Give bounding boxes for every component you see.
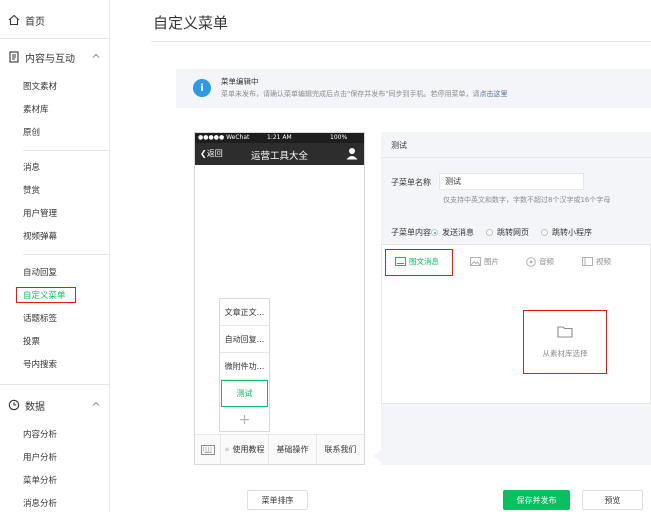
radio-checked — [431, 229, 438, 236]
sidebar-item-users[interactable]: 用户管理 — [0, 207, 110, 219]
sub-menu-item[interactable]: 文章正文... — [220, 299, 269, 326]
content-type-radios: 发送消息 跳转网页 跳转小程序 — [431, 227, 604, 238]
notice-title: 菜单编辑中 — [221, 77, 259, 86]
menu-dot-icon: ≡ — [224, 446, 230, 453]
document-icon — [9, 51, 19, 63]
menu-tab-tutorial[interactable]: ≡ 使用教程 — [221, 435, 269, 464]
radio-send-message[interactable]: 发送消息 — [431, 227, 474, 238]
sub-menu-item-active[interactable]: 测试 — [221, 380, 268, 407]
sidebar-item-library[interactable]: 素材库 — [0, 103, 110, 115]
battery: 100% — [330, 134, 348, 141]
name-hint: 仅支持中英文和数字，字数不超过8个汉字或16个字母 — [443, 196, 611, 204]
sub-menu-item[interactable]: 自动回复... — [220, 326, 269, 353]
keyboard-glyph — [200, 444, 215, 455]
divider — [23, 150, 110, 151]
tab-article-message[interactable]: 图文消息 — [395, 256, 439, 267]
select-from-library-button[interactable]: 从素材库选择 — [523, 310, 607, 374]
account-name: 运营工具大全 — [250, 151, 308, 162]
clock-icon — [8, 399, 20, 411]
page-title: 自定义菜单 — [153, 14, 229, 32]
preview-button[interactable]: 预览 — [582, 490, 643, 510]
editor-pointer — [373, 450, 381, 462]
keyboard-icon[interactable] — [195, 435, 221, 464]
phone-preview: ●●●●● WeChat 1:21 AM 100% ❮返回 运营工具大全 文章正… — [194, 132, 365, 465]
sidebar-item-menu-analysis[interactable]: 菜单分析 — [0, 474, 110, 486]
sidebar-item-messages[interactable]: 消息 — [0, 161, 110, 173]
sidebar: 首页 内容与互动 图文素材 素材库 原创 消息 赞赏 用户管理 视频弹幕 自动回… — [0, 0, 110, 512]
article-icon — [395, 257, 406, 266]
folder-icon — [557, 326, 573, 338]
library-label: 从素材库选择 — [542, 349, 588, 358]
sidebar-item-message-analysis[interactable]: 消息分析 — [0, 497, 110, 509]
sidebar-item-vote[interactable]: 投票 — [0, 335, 110, 347]
menu-sort-button[interactable]: 菜单排序 — [247, 490, 308, 510]
chevron-up-icon[interactable] — [92, 400, 100, 408]
content-label: 子菜单内容 — [391, 228, 431, 237]
sidebar-section-label: 数据 — [25, 401, 45, 413]
sidebar-item-rewards[interactable]: 赞赏 — [0, 184, 110, 196]
sidebar-item-original[interactable]: 原创 — [0, 126, 110, 138]
radio-unchecked — [486, 229, 493, 236]
menu-editor: 测试 子菜单名称 测试 仅支持中英文和数字，字数不超过8个汉字或16个字母 子菜… — [381, 132, 651, 465]
status-time: 1:21 AM — [267, 134, 292, 141]
content-panel: 图文消息 图片 音频 视频 从素材库选择 — [381, 244, 651, 404]
tab-audio[interactable]: 音频 — [526, 256, 554, 267]
sub-menu-item[interactable]: 微附件功... — [220, 353, 269, 380]
sub-menu-name-input[interactable]: 测试 — [439, 173, 584, 190]
sidebar-item-auto-reply[interactable]: 自动回复 — [0, 266, 110, 278]
sidebar-item-search[interactable]: 号内搜索 — [0, 358, 110, 370]
tab-video[interactable]: 视频 — [582, 256, 611, 267]
phone-menu-bar: ≡ 使用教程 基础操作 联系我们 — [195, 434, 364, 464]
divider — [151, 41, 651, 42]
phone-nav-bar: ❮返回 运营工具大全 — [195, 143, 364, 165]
menu-tab-basic[interactable]: 基础操作 — [269, 435, 317, 464]
radio-open-webpage[interactable]: 跳转网页 — [486, 227, 529, 238]
sidebar-item-articles[interactable]: 图文素材 — [0, 80, 110, 92]
divider — [23, 254, 110, 255]
divider — [0, 38, 110, 39]
divider — [0, 384, 110, 385]
chevron-up-icon[interactable] — [92, 52, 100, 60]
radio-unchecked — [541, 229, 548, 236]
tab-image[interactable]: 图片 — [470, 256, 499, 267]
menu-tab-contact[interactable]: 联系我们 — [317, 435, 364, 464]
save-publish-button[interactable]: 保存并发布 — [503, 490, 570, 510]
sidebar-item-danmaku[interactable]: 视频弹幕 — [0, 230, 110, 242]
notice-banner: i 菜单编辑中 菜单未发布，请确认菜单编辑完成后点击"保存并发布"同步到手机。若… — [176, 69, 651, 108]
image-icon — [470, 257, 481, 266]
radio-mini-program[interactable]: 跳转小程序 — [541, 227, 592, 238]
user-icon[interactable] — [346, 147, 358, 160]
phone-status-bar: ●●●●● WeChat 1:21 AM 100% — [195, 133, 364, 143]
info-icon: i — [193, 79, 211, 97]
audio-icon — [526, 256, 536, 267]
video-icon — [582, 257, 593, 266]
sidebar-section-data[interactable]: 数据 — [0, 397, 110, 413]
sidebar-item-custom-menu[interactable]: 自定义菜单 — [0, 289, 110, 301]
sidebar-section-label: 内容与互动 — [25, 53, 75, 65]
sub-menu-list: 文章正文... 自动回复... 微附件功... 测试 + — [219, 298, 270, 432]
sidebar-item-content-analysis[interactable]: 内容分析 — [0, 428, 110, 440]
editor-title: 测试 — [391, 141, 407, 150]
sidebar-item-user-analysis[interactable]: 用户分析 — [0, 451, 110, 463]
sidebar-section-content[interactable]: 内容与互动 — [0, 49, 110, 65]
add-sub-menu-button[interactable]: + — [220, 409, 269, 431]
carrier: ●●●●● WeChat — [198, 134, 250, 141]
main-content: 自定义菜单 i 菜单编辑中 菜单未发布，请确认菜单编辑完成后点击"保存并发布"同… — [111, 0, 651, 512]
notice-text: 菜单未发布，请确认菜单编辑完成后点击"保存并发布"同步到手机。若停用菜单，请点击… — [221, 90, 508, 98]
home-icon — [8, 14, 20, 26]
sidebar-home[interactable]: 首页 — [0, 12, 110, 28]
sidebar-item-topics[interactable]: 话题标签 — [0, 312, 110, 324]
sidebar-home-label: 首页 — [25, 16, 45, 28]
name-label: 子菜单名称 — [391, 178, 431, 187]
editor-header: 测试 — [381, 132, 651, 158]
disable-menu-link[interactable]: 点击这里 — [479, 90, 507, 98]
